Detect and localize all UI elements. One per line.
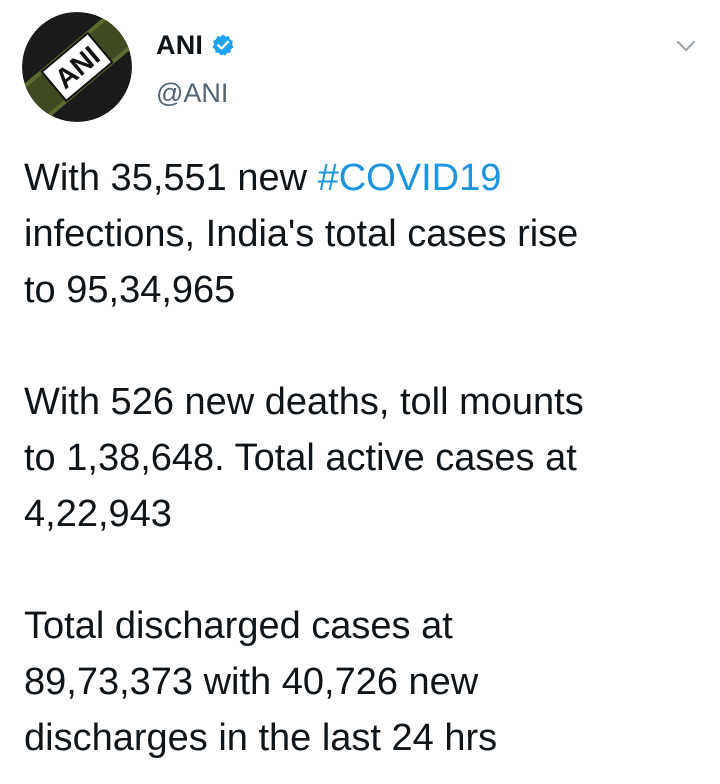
tweet-line: to 95,34,965 — [24, 262, 704, 318]
tweet-text-segment: infections, India's total cases rise — [24, 213, 579, 255]
tweet-line: 4,22,943 — [24, 486, 704, 542]
tweet-paragraph: Total discharged cases at 89,73,373 with … — [24, 598, 704, 766]
tweet: ANI ANI @ANI With 35,551 new #COVID19 inf… — [0, 0, 720, 784]
tweet-paragraph: With 35,551 new #COVID19 infections, Indi… — [24, 150, 704, 318]
tweet-paragraph: With 526 new deaths, toll mounts to 1,38,… — [24, 374, 704, 542]
tweet-line: With 35,551 new #COVID19 — [24, 150, 704, 206]
chevron-down-icon — [676, 40, 696, 52]
tweet-text-segment: to 95,34,965 — [24, 269, 236, 311]
tweet-text-segment: discharges in the last 24 hrs — [24, 717, 498, 759]
author-name-row: ANI — [156, 28, 235, 62]
tweet-line: With 526 new deaths, toll mounts — [24, 374, 704, 430]
tweet-text-segment: Total discharged cases at — [24, 605, 453, 647]
tweet-line: Total discharged cases at — [24, 598, 704, 654]
tweet-text-segment: 4,22,943 — [24, 493, 172, 535]
author-handle[interactable]: @ANI — [156, 78, 228, 109]
tweet-line: 89,73,373 with 40,726 new — [24, 654, 704, 710]
tweet-body: With 35,551 new #COVID19 infections, Indi… — [24, 150, 704, 766]
tweet-text-segment: With 35,551 new — [24, 157, 318, 199]
tweet-line: infections, India's total cases rise — [24, 206, 704, 262]
tweet-text-segment: With 526 new deaths, toll mounts — [24, 381, 584, 423]
tweet-line: discharges in the last 24 hrs — [24, 710, 704, 766]
tweet-text-segment: 89,73,373 with 40,726 new — [24, 661, 479, 703]
author-avatar[interactable]: ANI — [22, 12, 132, 122]
tweet-menu-button[interactable] — [672, 32, 700, 60]
hashtag-link[interactable]: #COVID19 — [318, 157, 502, 199]
tweet-line: to 1,38,648. Total active cases at — [24, 430, 704, 486]
ani-logo-icon: ANI — [22, 12, 132, 122]
author-display-name[interactable]: ANI — [156, 30, 203, 61]
tweet-text-segment: to 1,38,648. Total active cases at — [24, 437, 577, 479]
verified-badge-icon — [211, 33, 235, 57]
